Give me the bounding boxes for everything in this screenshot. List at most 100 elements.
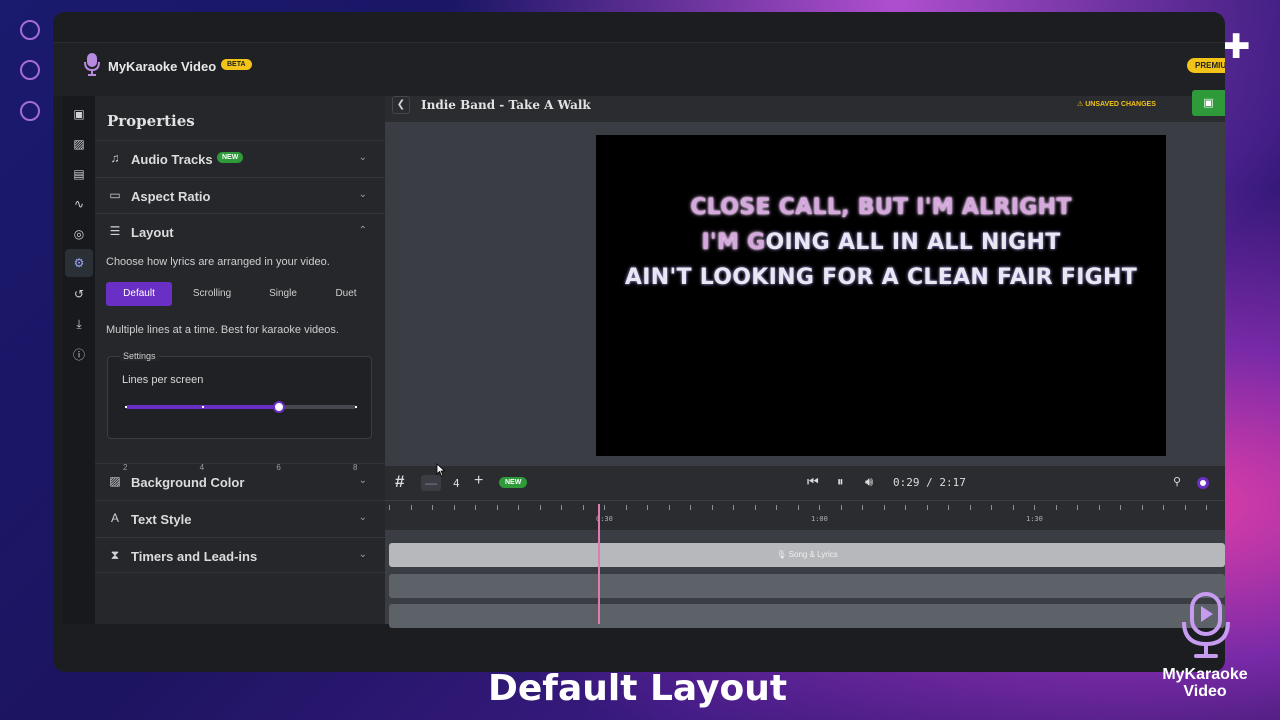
layout-option-duet[interactable]: Duet — [318, 282, 374, 306]
premium-badge[interactable]: PREMIUM — [1187, 58, 1225, 73]
ruler-tick — [582, 505, 584, 510]
ruler-tick — [819, 505, 820, 510]
slider-tick — [201, 406, 204, 408]
video-caption: Default Layout — [488, 668, 788, 709]
time-display: 0:29 / 2:17 — [893, 476, 966, 489]
ruler-tick — [926, 505, 928, 510]
timeline-track[interactable] — [389, 574, 1225, 598]
chevron-down-icon: ⌄ — [358, 512, 367, 523]
playhead[interactable] — [598, 504, 600, 624]
lyrics-tool-icon[interactable]: ▣ — [69, 104, 89, 124]
lines-per-screen-label: Lines per screen — [122, 374, 204, 386]
waveform-tool-icon[interactable]: ∿ — [69, 194, 89, 214]
ruler-tick — [1141, 505, 1143, 510]
new-badge: NEW — [217, 152, 244, 163]
timeline-track[interactable] — [389, 604, 1225, 628]
section-label: Timers and Lead-ins — [131, 549, 258, 564]
ruler-tick — [948, 505, 949, 510]
slider-thumb[interactable] — [273, 401, 286, 413]
ruler-tick — [776, 505, 777, 510]
microphone-logo-icon — [84, 53, 100, 76]
save-disk-icon: ▣ — [1203, 97, 1214, 109]
hourglass-icon: ⧗ — [110, 548, 120, 562]
brand-line-2: Video — [1183, 683, 1227, 700]
ruler-tick — [711, 505, 713, 510]
history-tool-icon[interactable]: ↺ — [69, 284, 89, 304]
ruler-tick — [668, 505, 670, 510]
microphone-icon: 🎙︎ — [776, 550, 787, 559]
ruler-tick — [733, 505, 734, 510]
plus-decoration-icon: ✚ — [1222, 28, 1251, 66]
chevron-down-icon: ⌄ — [358, 475, 367, 486]
new-badge: NEW — [499, 477, 528, 488]
ruler-tick — [1055, 505, 1057, 510]
chevron-down-icon: ⌄ — [358, 189, 367, 200]
section-audio-tracks[interactable]: ♫ Audio Tracks NEW ⌄ — [95, 140, 385, 176]
ruler-tick — [883, 505, 885, 510]
ruler-tick — [453, 505, 455, 510]
beta-badge: BETA — [221, 59, 252, 70]
chevron-down-icon: ⌄ — [358, 152, 367, 163]
ruler-tick — [518, 505, 519, 510]
layout-option-scrolling[interactable]: Scrolling — [178, 282, 246, 306]
layout-option-default[interactable]: Default — [106, 282, 172, 306]
timer-tool-icon[interactable]: ◎ — [69, 224, 89, 244]
app-window: MyKaraoke Video BETA PREMIUM ▣ ▨ ▤ ∿ ◎ ⚙… — [53, 12, 1225, 672]
lines-per-screen-slider[interactable]: 2 4 6 8 — [123, 401, 357, 472]
layout-icon: ☰ — [109, 224, 121, 238]
ruler-tick — [754, 505, 756, 510]
time-separator: / — [926, 476, 933, 489]
ruler-tick — [969, 505, 971, 510]
film-tool-icon[interactable]: ▤ — [69, 164, 89, 184]
aspect-ratio-icon: ▭ — [109, 188, 121, 202]
skip-to-start-icon[interactable]: ⏮ — [807, 474, 819, 490]
layout-option-single[interactable]: Single — [250, 282, 316, 306]
song-track-text: Song & Lyrics — [788, 550, 838, 559]
lyric-line-2-sung: I'M G — [701, 230, 766, 255]
song-lyrics-track[interactable]: 🎙︎ Song & Lyrics — [389, 543, 1225, 567]
ruler-tick — [496, 505, 498, 510]
section-layout[interactable]: ☰ Layout ⌃ — [95, 213, 385, 249]
zoom-out-icon[interactable]: ⚲ — [1173, 475, 1181, 488]
image-tool-icon[interactable]: ▨ — [69, 134, 89, 154]
download-tool-icon[interactable]: ⤓ — [69, 314, 89, 334]
section-text-style[interactable]: A Text Style ⌄ — [95, 500, 385, 536]
project-title: Indie Band - Take A Walk — [421, 98, 591, 112]
ruler-tick — [797, 505, 799, 510]
back-button[interactable]: ❮ — [392, 96, 410, 114]
pause-icon[interactable]: ⏸ — [837, 474, 844, 490]
ruler-tick — [991, 505, 992, 510]
lyric-line-2-rest: OING ALL IN ALL NIGHT — [765, 230, 1061, 255]
settings-legend: Settings — [120, 351, 159, 361]
decorative-circle — [20, 20, 40, 40]
tool-rail: ▣ ▨ ▤ ∿ ◎ ⚙ ↺ ⤓ ⓘ — [63, 96, 95, 624]
decorative-circle — [20, 101, 40, 121]
editor-area: ❮ Indie Band - Take A Walk ⚠ UNSAVED CHA… — [385, 90, 1225, 628]
increase-lines-button[interactable]: + — [474, 472, 483, 490]
ruler-tick — [905, 505, 906, 510]
settings-gear-icon[interactable]: ⚙ — [65, 249, 93, 277]
ruler-tick — [1098, 505, 1100, 510]
timeline-toolbar: # — 4 + NEW ⏮ ⏸ 🔊︎ 0:29 / 2:17 ⚲ — [385, 466, 1225, 500]
grid-hash-icon[interactable]: # — [395, 472, 404, 492]
section-timers[interactable]: ⧗ Timers and Lead-ins ⌄ — [95, 537, 385, 573]
mouse-cursor-icon — [436, 463, 446, 477]
ruler-tick — [840, 505, 842, 510]
section-label: Aspect Ratio — [131, 189, 211, 204]
volume-icon[interactable]: 🔊︎ — [865, 474, 873, 490]
save-button[interactable]: ▣ — [1192, 90, 1225, 116]
ruler-tick — [1034, 505, 1035, 510]
section-label: Audio Tracks — [131, 152, 213, 167]
section-aspect-ratio[interactable]: ▭ Aspect Ratio ⌄ — [95, 177, 385, 213]
ruler-tick — [561, 505, 562, 510]
zoom-slider-thumb[interactable] — [1197, 477, 1209, 489]
lyric-line-3: AIN'T LOOKING FOR A CLEAN FAIR FIGHT — [624, 265, 1138, 290]
chevron-up-icon: ⌃ — [358, 225, 367, 236]
info-tool-icon[interactable]: ⓘ — [69, 344, 89, 364]
ruler-tick — [410, 505, 412, 510]
section-background-color[interactable]: ▨ Background Color ⌄ — [95, 463, 385, 499]
lyric-line-2: I'M GOING ALL IN ALL NIGHT — [596, 230, 1166, 255]
decrease-lines-button[interactable]: — — [421, 475, 441, 491]
ruler-tick — [539, 505, 541, 510]
timeline-ruler[interactable]: 0:30 1:00 1:30 — [385, 500, 1225, 530]
